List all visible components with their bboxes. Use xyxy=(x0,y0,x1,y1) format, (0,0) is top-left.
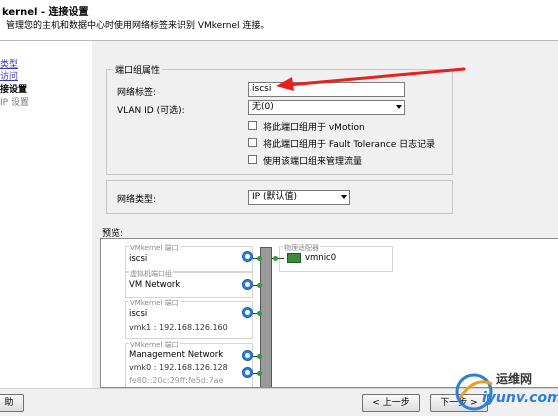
sidebar-item-access[interactable]: 访问 xyxy=(0,69,18,82)
vswitch-bar xyxy=(260,247,272,387)
physical-adapter-title: 物理适配器 xyxy=(283,243,320,253)
uplink-dot xyxy=(273,256,278,261)
wizard-sidebar: 类型 访问 接设置 IP 设置 xyxy=(0,41,88,415)
nic-icon xyxy=(287,253,301,263)
connector-dot xyxy=(257,311,262,316)
watermark: 运维网 iyunv.com xyxy=(452,368,558,412)
wizard-description: 管理您的主机和数据中心时使用网络标签来识别 VMkernel 连接。 xyxy=(6,21,270,31)
fault-tolerance-checkbox[interactable] xyxy=(248,138,257,147)
port-group-type: VMkernel 端口 xyxy=(129,340,180,350)
port-group-info-icon[interactable] xyxy=(242,279,253,290)
port-group-detail: vmk1 : 192.168.126.160 xyxy=(129,323,228,332)
port-group-name: iscsi xyxy=(129,254,148,264)
sidebar-item-connection-settings: 接设置 xyxy=(0,85,28,95)
wizard-title: kernel - 连接设置 xyxy=(2,7,89,18)
watermark-domain: iyunv.com xyxy=(482,390,558,406)
vlan-id-select[interactable]: 无(0) xyxy=(248,100,405,115)
adapter-name: vmnic0 xyxy=(305,253,337,263)
network-type-caption: 网络类型: xyxy=(117,195,157,205)
wizard-header: kernel - 连接设置 管理您的主机和数据中心时使用网络标签来识别 VMke… xyxy=(0,0,558,40)
port-group-info-icon[interactable] xyxy=(242,307,253,318)
port-group-info-icon[interactable] xyxy=(242,350,253,361)
port-group-name: Management Network xyxy=(129,350,224,360)
fault-tolerance-checkbox-label: 将此端口组用于 Fault Tolerance 日志记录 xyxy=(263,140,436,150)
vlan-id-value: 无(0) xyxy=(252,102,274,112)
red-arrow-annotation xyxy=(276,67,466,91)
port-group-detail: vmk0 : 192.168.126.128 xyxy=(129,363,228,372)
port-group-name: VM Network xyxy=(129,280,181,290)
watermark-site-name: 运维网 xyxy=(496,372,533,386)
network-type-value: IP (默认值) xyxy=(252,192,297,202)
back-button[interactable]: < 上一步 xyxy=(362,394,420,412)
connector-dot xyxy=(257,371,262,376)
network-label-caption: 网络标签: xyxy=(117,88,157,98)
port-group-type: VMkernel 端口 xyxy=(129,243,180,253)
sidebar-item-ip-settings: IP 设置 xyxy=(0,98,29,108)
management-traffic-checkbox-label: 使用该端口组来管理流量 xyxy=(263,157,363,167)
chevron-down-icon xyxy=(341,195,347,199)
port-group-info-icon[interactable] xyxy=(242,367,253,378)
port-group-name: iscsi xyxy=(129,309,148,319)
chevron-down-icon xyxy=(396,105,402,109)
port-group-type: VMkernel 端口 xyxy=(129,298,180,308)
connector-dot xyxy=(257,256,262,261)
port-group-properties-title: 端口组属性 xyxy=(113,63,163,76)
preview-panel: VMkernel 端口 iscsi 虚拟机端口组 VM Network VMke… xyxy=(100,238,558,388)
port-group-info-icon[interactable] xyxy=(242,251,253,262)
connector-dot xyxy=(257,354,262,359)
management-traffic-checkbox[interactable] xyxy=(248,155,257,164)
help-button[interactable]: 助 xyxy=(0,394,24,412)
connector-dot xyxy=(257,283,262,288)
vmotion-checkbox-label: 将此端口组用于 vMotion xyxy=(263,123,365,133)
vmotion-checkbox[interactable] xyxy=(248,121,257,130)
network-type-select[interactable]: IP (默认值) xyxy=(248,190,350,205)
port-group-detail-truncated: fe80::20c:29ff:fe5d:7ae xyxy=(129,376,224,385)
vlan-id-caption: VLAN ID (可选): xyxy=(117,106,185,116)
port-group-type: 虚拟机端口组 xyxy=(129,269,173,279)
